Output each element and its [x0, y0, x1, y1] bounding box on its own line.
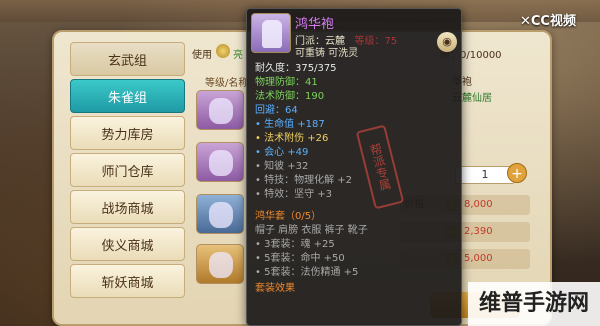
tab-label: 侠义商城 — [101, 238, 154, 254]
item-slot-robe[interactable] — [196, 90, 244, 130]
quantity-plus-button[interactable]: + — [507, 163, 527, 183]
tab-battlefield-shop[interactable]: 战场商城 — [70, 190, 185, 224]
price-value: 8,000 — [464, 199, 493, 210]
tab-demon-slayer-shop[interactable]: 斩妖商城 — [70, 264, 185, 298]
tab-label: 玄武组 — [107, 53, 147, 69]
item-slot-belt[interactable] — [196, 244, 244, 284]
stat-line: 法术防御：190 — [255, 91, 325, 102]
armor-icon — [209, 150, 233, 176]
item-slot-helm[interactable] — [196, 194, 244, 234]
tab-label: 战场商城 — [101, 201, 154, 217]
tab-chivalry-shop[interactable]: 侠义商城 — [70, 227, 185, 261]
stat-line: • 知彼 +32 — [255, 161, 309, 172]
grade-label: 等级： — [354, 36, 385, 47]
video-logo: ✕CC视频 — [520, 14, 576, 29]
column-header: 等级/名称 — [205, 78, 249, 89]
stat-line: • 法术附伤 +26 — [255, 133, 329, 144]
exclusive-stamp: 帮派专属 — [355, 124, 405, 210]
tooltip-item-icon — [251, 13, 291, 53]
tab-label: 朱雀组 — [107, 90, 147, 106]
coin-icon — [216, 44, 230, 58]
eye-icon[interactable]: ◉ — [437, 32, 457, 52]
set-bonus: • 5套装：法伤精通 +5 — [255, 267, 359, 278]
set-name: 鸿华套（0/5） — [255, 211, 322, 222]
grade-value: 75 — [384, 36, 398, 47]
owned-value: 5,000 — [464, 253, 493, 264]
stat-line: 物理防御：41 — [255, 77, 318, 88]
site-watermark: 维普手游网 — [468, 282, 600, 326]
money-prefix: 亮 — [233, 50, 243, 61]
tab-label: 斩妖商城 — [101, 275, 154, 291]
set-pieces: 帽子 肩膀 衣服 裤子 靴子 — [255, 225, 368, 236]
tab-label: 势力库房 — [101, 127, 154, 143]
durability: 耐久度：375/375 — [255, 63, 337, 74]
tab-faction-storehouse[interactable]: 势力库房 — [70, 116, 185, 150]
belt-icon — [209, 252, 233, 278]
stat-line: • 特技：物理化解 +2 — [255, 175, 352, 186]
set-bonus: • 3套装：魂 +25 — [255, 239, 335, 250]
tooltip-item-name: 鸿华袍 — [295, 17, 335, 32]
set-bonus: • 5套装：命中 +50 — [255, 253, 345, 264]
robe-icon — [262, 20, 282, 48]
quantity-input[interactable]: 1 — [455, 166, 515, 184]
robe-icon — [209, 98, 233, 124]
helm-icon — [209, 202, 233, 228]
tab-sect-warehouse[interactable]: 师门仓库 — [70, 153, 185, 187]
stat-line: • 会心 +49 — [255, 147, 309, 158]
stat-line: • 特效：坚守 +3 — [255, 189, 332, 200]
tab-xuanwu[interactable]: 玄武组 — [70, 42, 185, 76]
stat-line: • 生命值 +187 — [255, 119, 325, 130]
shop-sidebar: 玄武组 朱雀组 势力库房 师门仓库 战场商城 侠义商城 斩妖商城 — [70, 42, 185, 301]
tab-label: 师门仓库 — [101, 164, 154, 180]
set-footer: 套装效果 — [255, 283, 295, 294]
tab-zhuque[interactable]: 朱雀组 — [70, 79, 185, 113]
item-tooltip: 鸿华袍 门派：云麓 等级：75 可重铸 可洗灵 ◉ 耐久度：375/375 物理… — [246, 8, 462, 326]
tooltip-tags: 可重铸 可洗灵 — [295, 48, 359, 59]
stat-line: 回避：64 — [255, 105, 298, 116]
total-value: 2,390 — [464, 226, 493, 237]
use-label: 使用 — [192, 50, 212, 61]
item-slot-armor[interactable] — [196, 142, 244, 182]
